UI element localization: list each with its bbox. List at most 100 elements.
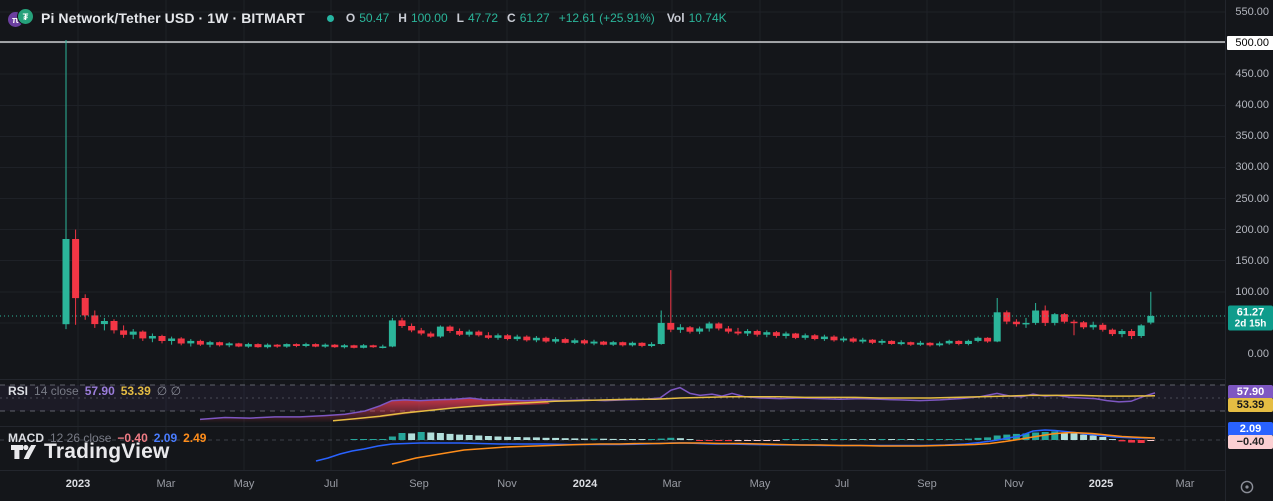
- axis-settings-icon[interactable]: [1236, 476, 1258, 498]
- candle-body: [994, 312, 1001, 341]
- candle-body: [600, 342, 607, 345]
- candle-body: [917, 343, 924, 345]
- candle-body: [581, 340, 588, 343]
- macd-histogram-bar: [1147, 440, 1154, 441]
- market-status-dot[interactable]: [327, 15, 334, 22]
- symbol-title[interactable]: Pi Network/Tether USD · 1W · BITMART: [41, 10, 305, 26]
- time-axis[interactable]: 2023MarMayJulSepNov2024MarMayJulSepNov20…: [0, 470, 1225, 501]
- time-axis-month-label: Nov: [1004, 478, 1024, 490]
- candle-body: [984, 338, 991, 342]
- tradingview-chart-window: π ₮ Pi Network/Tether USD · 1W · BITMART…: [0, 0, 1273, 501]
- candle-body: [1032, 311, 1039, 323]
- candle-body: [418, 330, 425, 333]
- candle-body: [629, 343, 636, 346]
- price-axis-label: 100.00: [1235, 286, 1269, 298]
- candle-body: [562, 339, 569, 343]
- pane-separator-macd[interactable]: [0, 426, 1225, 427]
- candle-body: [207, 342, 214, 345]
- candle-body: [888, 341, 895, 344]
- candle-body: [667, 323, 674, 330]
- macd-histogram-bar: [351, 439, 358, 440]
- candle-body: [120, 330, 127, 334]
- time-axis-month-label: Sep: [409, 478, 429, 490]
- candle-body: [879, 341, 886, 343]
- candle-body: [331, 345, 338, 348]
- pane-separator-rsi[interactable]: [0, 379, 1225, 380]
- candle-body: [1003, 312, 1010, 321]
- candle-body: [715, 324, 722, 329]
- candle-body: [1023, 323, 1030, 325]
- macd-histogram-bar: [783, 439, 790, 440]
- price-axis-label: 450.00: [1235, 68, 1269, 80]
- candle-body: [811, 335, 818, 339]
- macd-histogram-bar: [619, 439, 626, 440]
- price-axis-label: 200.00: [1235, 224, 1269, 236]
- candle-body: [975, 338, 982, 341]
- rsi-title[interactable]: RSI: [8, 384, 28, 398]
- candle-body: [677, 327, 684, 330]
- candle-body: [1013, 322, 1020, 325]
- rsi-ma-value-badge: 53.39: [1228, 398, 1273, 412]
- macd-histogram-bar: [447, 434, 454, 440]
- candle-body: [187, 341, 194, 344]
- candle-body: [341, 345, 348, 347]
- rsi-indicator-row[interactable]: RSI 14 close 57.90 53.39 ∅ ∅: [8, 384, 181, 398]
- candle-body: [130, 332, 137, 335]
- price-axis[interactable]: 550.00500.00450.00400.00350.00300.00250.…: [1225, 0, 1273, 501]
- candle-body: [466, 332, 473, 335]
- candle-body: [312, 344, 319, 347]
- macd-indicator-row[interactable]: MACD 12 26 close −0.40 2.09 2.49: [8, 431, 206, 445]
- candle-body: [783, 334, 790, 337]
- price-axis-label: 300.00: [1235, 161, 1269, 173]
- candle-body: [514, 337, 521, 340]
- chart-canvas[interactable]: [0, 0, 1225, 470]
- hist-value-badge: −0.40: [1228, 435, 1273, 449]
- price-axis-label: 150.00: [1235, 255, 1269, 267]
- macd-histogram-bar: [591, 439, 598, 440]
- macd-line-value: 2.09: [154, 431, 177, 445]
- candle-body: [437, 327, 444, 337]
- macd-histogram-bar: [648, 439, 655, 440]
- candle-body: [898, 342, 905, 344]
- macd-histogram-bar: [696, 440, 703, 441]
- candle-body: [1099, 325, 1106, 330]
- macd-title[interactable]: MACD: [8, 431, 44, 445]
- macd-histogram-bar: [658, 439, 665, 440]
- macd-histogram-bar: [495, 437, 502, 441]
- candle-body: [399, 320, 406, 326]
- candle-body: [859, 340, 866, 342]
- macd-histogram-bar: [1080, 435, 1087, 440]
- open-label: O: [346, 11, 355, 25]
- candle-body: [792, 334, 799, 338]
- candle-body: [264, 345, 271, 348]
- macd-histogram-bar: [773, 440, 780, 441]
- candle-body: [139, 332, 146, 339]
- macd-histogram-bar: [687, 439, 694, 440]
- candle-body: [619, 342, 626, 345]
- macd-histogram-bar: [879, 439, 886, 440]
- candle-body: [293, 344, 300, 346]
- macd-histogram-bar: [1071, 433, 1078, 440]
- candle-body: [1128, 331, 1135, 336]
- candle-body: [322, 345, 329, 347]
- macd-histogram-bar: [821, 439, 828, 440]
- candle-body: [1147, 316, 1154, 323]
- candle-body: [571, 340, 578, 343]
- macd-histogram-bar: [533, 437, 540, 440]
- macd-histogram-bar: [754, 440, 761, 441]
- macd-histogram-bar: [360, 439, 367, 440]
- candle-body: [1071, 322, 1078, 324]
- candle-body: [831, 337, 838, 341]
- macd-value-badge: 2.09: [1228, 422, 1273, 436]
- ohlc-readout: O50.47 H100.00 L47.72 C61.27 +12.61 (+25…: [346, 11, 732, 25]
- candle-body: [821, 337, 828, 340]
- change-value: +12.61 (+25.91%): [559, 11, 655, 25]
- time-axis-month-label: May: [234, 478, 255, 490]
- candle-body: [1042, 311, 1049, 323]
- candle-body: [1109, 330, 1116, 334]
- candle-body: [936, 343, 943, 345]
- macd-histogram-bar: [735, 440, 742, 441]
- macd-histogram-bar: [562, 438, 569, 440]
- macd-histogram-bar: [802, 439, 809, 440]
- candle-body: [773, 332, 780, 336]
